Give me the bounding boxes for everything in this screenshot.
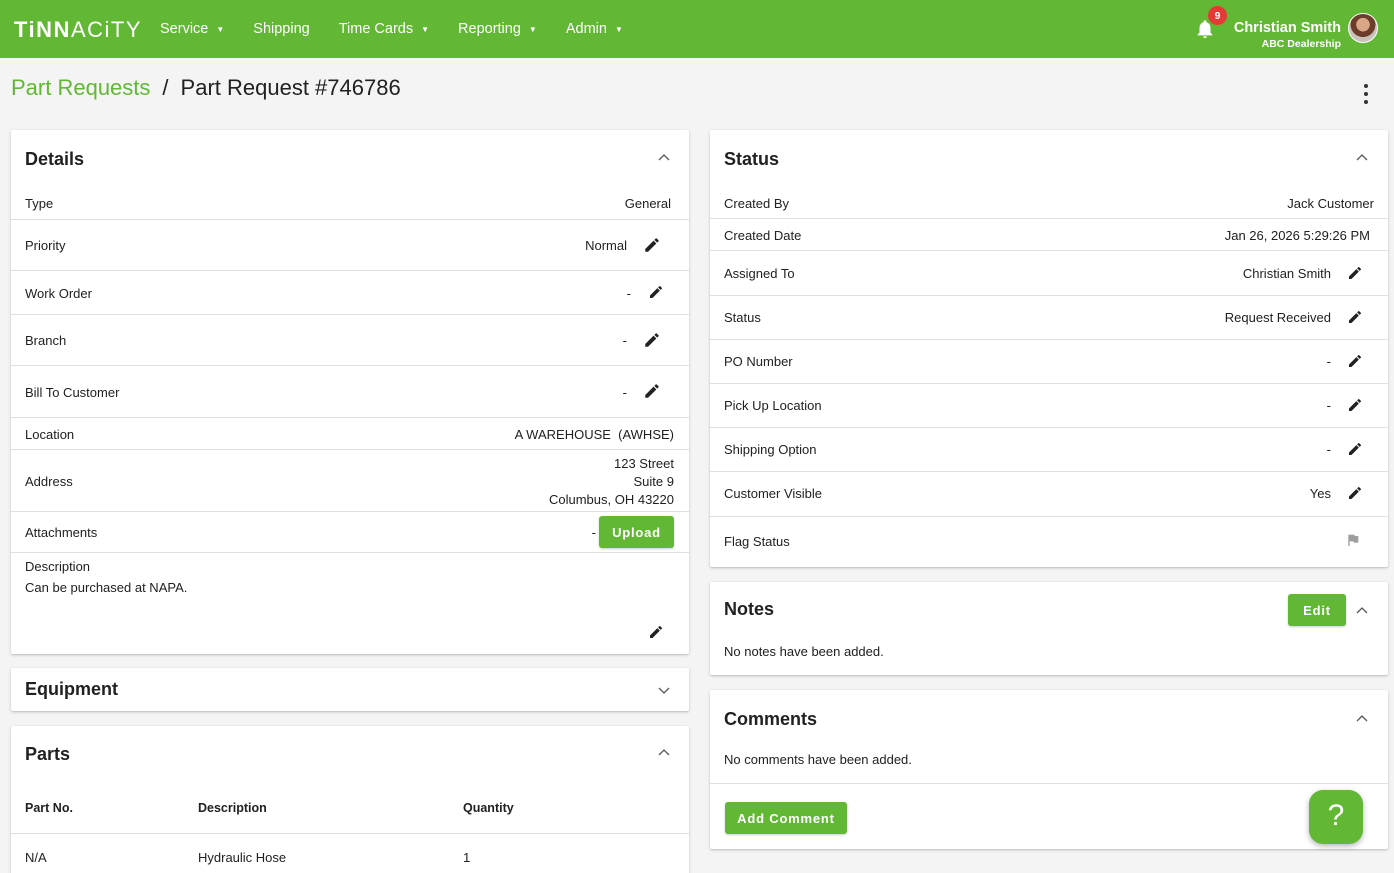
part-no-cell: N/A [25, 850, 47, 865]
nav-admin[interactable]: Admin ▼ [566, 21, 623, 37]
edit-customer-visible-pencil-icon[interactable] [1347, 485, 1363, 501]
status-title: Status [724, 149, 780, 169]
status-row-flag-status: Flag Status [710, 517, 1388, 567]
details-row-priority: Priority Normal [11, 220, 689, 271]
avatar[interactable] [1348, 13, 1378, 43]
chevron-up-icon[interactable] [1356, 153, 1368, 161]
add-comment-button[interactable]: Add Comment [725, 802, 847, 834]
parts-title: Parts [25, 744, 71, 764]
comments-card: Comments No comments have been added. Ad… [710, 690, 1388, 849]
edit-priority-pencil-icon[interactable] [643, 236, 661, 254]
edit-branch-pencil-icon[interactable] [643, 331, 661, 349]
edit-work-order-pencil-icon[interactable] [648, 284, 664, 300]
details-card: Details Type General Priority Normal Wor… [11, 130, 689, 654]
edit-description-pencil-icon[interactable] [648, 624, 664, 640]
status-row-shipping-option: Shipping Option - [710, 428, 1388, 472]
upload-button[interactable]: Upload [599, 516, 674, 548]
flag-icon[interactable] [1345, 532, 1361, 548]
caret-down-icon: ▼ [614, 25, 623, 34]
column-header-quantity[interactable]: Quantity [463, 801, 514, 815]
parts-card: Parts Part No. Description Quantity N/A … [11, 726, 689, 873]
nav-time-cards[interactable]: Time Cards ▼ [339, 21, 429, 37]
details-row-address: Address 123 Street Suite 9 Columbus, OH … [11, 450, 689, 512]
caret-down-icon: ▼ [216, 25, 225, 34]
status-row-po-number: PO Number - [710, 340, 1388, 384]
edit-po-number-pencil-icon[interactable] [1347, 353, 1363, 369]
user-name[interactable]: Christian Smith [1234, 20, 1341, 36]
help-button[interactable]: ? [1309, 790, 1363, 844]
notes-card: Notes Edit No notes have been added. [710, 582, 1388, 675]
breadcrumb-part-requests[interactable]: Part Requests [11, 75, 150, 101]
edit-bill-to-pencil-icon[interactable] [643, 382, 661, 400]
details-row-attachments: Attachments - [11, 512, 689, 553]
chevron-up-icon[interactable] [658, 748, 670, 756]
edit-status-pencil-icon[interactable] [1347, 309, 1363, 325]
column-header-part-no[interactable]: Part No. [25, 801, 73, 815]
user-organization: ABC Dealership [1261, 38, 1341, 50]
chevron-up-icon[interactable] [658, 153, 670, 161]
comments-title: Comments [724, 709, 818, 729]
description-text: Can be purchased at NAPA. [25, 580, 188, 595]
details-row-location: Location A WAREHOUSE (AWHSE) [11, 418, 689, 450]
status-card: Status Created By Jack Customer Created … [710, 130, 1388, 567]
notes-empty-text: No notes have been added. [724, 644, 884, 659]
notification-badge: 9 [1208, 6, 1227, 25]
part-description-cell: Hydraulic Hose [198, 850, 287, 865]
more-options-icon[interactable] [1358, 84, 1374, 104]
nav-reporting[interactable]: Reporting ▼ [458, 21, 537, 37]
notes-title: Notes [724, 599, 775, 619]
main-nav: Service ▼ Shipping Time Cards ▼ Reporting ▼… [160, 0, 652, 58]
details-row-work-order: Work Order - [11, 271, 689, 315]
caret-down-icon: ▼ [528, 25, 537, 34]
equipment-title: Equipment [25, 679, 118, 699]
description-label: Description [25, 559, 91, 574]
comments-empty-text: No comments have been added. [724, 752, 912, 767]
app-logo[interactable]: TiNNACiTY [14, 17, 142, 43]
status-row-customer-visible: Customer Visible Yes [710, 472, 1388, 517]
nav-shipping[interactable]: Shipping [253, 21, 309, 37]
question-mark-icon: ? [1327, 799, 1345, 832]
page-title: Part Request #746786 [180, 75, 401, 100]
edit-shipping-option-pencil-icon[interactable] [1347, 441, 1363, 457]
status-row-pick-up-location: Pick Up Location - [710, 384, 1388, 428]
comments-divider [710, 783, 1388, 784]
details-row-branch: Branch - [11, 315, 689, 366]
edit-pick-up-location-pencil-icon[interactable] [1347, 397, 1363, 413]
nav-service[interactable]: Service ▼ [160, 21, 224, 37]
part-quantity-cell: 1 [463, 850, 471, 865]
breadcrumb: Part Requests / Part Request #746786 [11, 75, 401, 101]
table-divider [11, 833, 689, 834]
status-row-status: Status Request Received [710, 296, 1388, 340]
chevron-down-icon[interactable] [658, 687, 670, 695]
breadcrumb-separator: / [162, 75, 169, 100]
details-row-bill-to-customer: Bill To Customer - [11, 366, 689, 418]
chevron-up-icon[interactable] [1356, 606, 1368, 614]
column-header-description[interactable]: Description [198, 801, 267, 815]
edit-notes-button[interactable]: Edit [1288, 594, 1346, 626]
status-row-created-by: Created By Jack Customer [710, 187, 1388, 219]
edit-assigned-to-pencil-icon[interactable] [1347, 265, 1363, 281]
status-row-created-date: Created Date Jan 26, 2026 5:29:26 PM [710, 219, 1388, 251]
details-row-type: Type General [11, 187, 689, 220]
equipment-card[interactable]: Equipment [11, 668, 689, 711]
status-row-assigned-to: Assigned To Christian Smith [710, 251, 1388, 296]
details-title: Details [25, 149, 85, 169]
chevron-up-icon[interactable] [1356, 714, 1368, 722]
top-navbar: TiNNACiTY Service ▼ Shipping Time Cards ▼ … [0, 0, 1394, 58]
caret-down-icon: ▼ [421, 25, 430, 34]
